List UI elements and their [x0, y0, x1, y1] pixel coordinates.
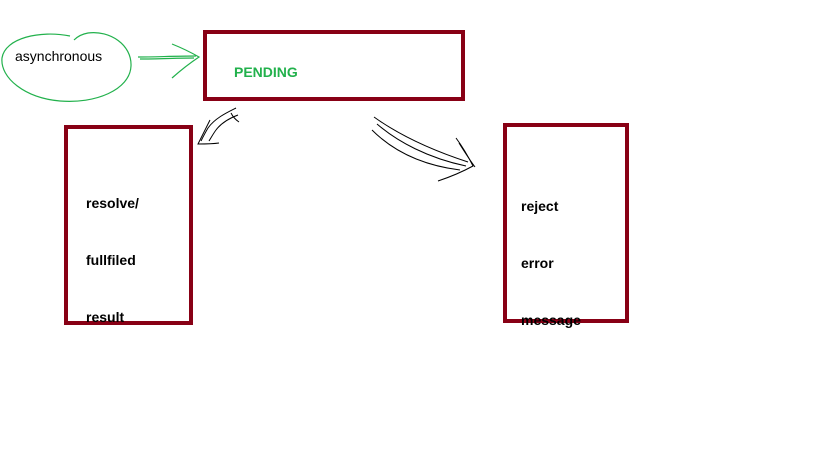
resolve-line: result — [86, 309, 125, 325]
async-to-pending-arrow — [137, 43, 201, 79]
reject-line: error — [521, 255, 554, 271]
reject-line: reject — [521, 198, 559, 214]
reject-state-box: reject error message — [503, 123, 629, 328]
asynchronous-label: asynchronous — [15, 48, 103, 64]
resolve-state-box: resolve/ fullfiled result — [64, 125, 193, 325]
reject-text: reject error message — [521, 159, 581, 368]
reject-line: message — [521, 312, 581, 328]
pending-label: PENDING — [234, 64, 298, 80]
resolve-text: resolve/ fullfiled result — [86, 156, 139, 365]
resolve-line: resolve/ — [86, 195, 139, 211]
pending-state-box: PENDING — [203, 30, 465, 101]
pending-to-resolve-arrow — [197, 107, 240, 145]
asynchronous-ellipse — [1, 32, 132, 102]
pending-to-reject-arrow — [371, 116, 476, 182]
resolve-line: fullfiled — [86, 252, 136, 268]
